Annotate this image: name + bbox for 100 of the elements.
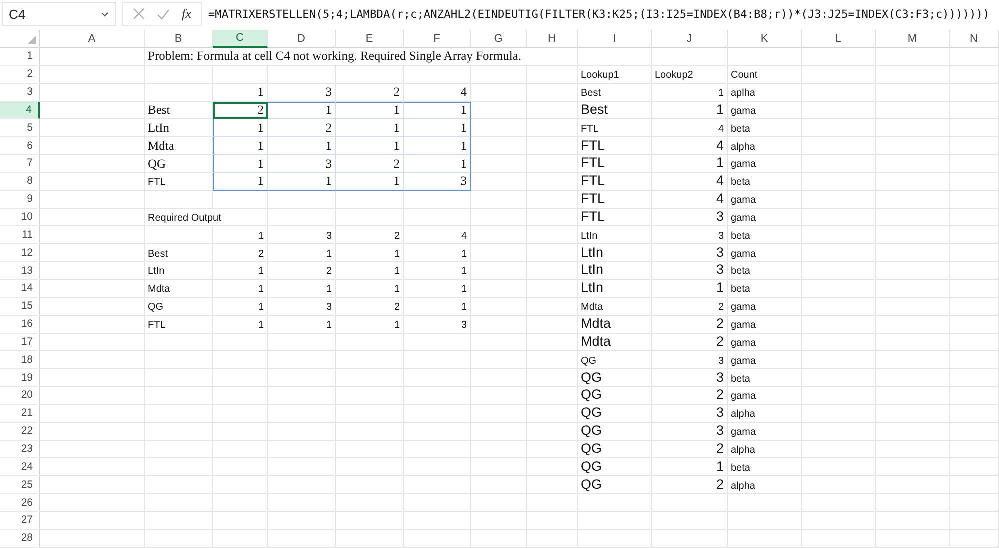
table-cell[interactable] <box>950 530 999 548</box>
row-header[interactable]: 9 <box>0 190 40 209</box>
table-cell[interactable] <box>802 334 876 352</box>
table-cell[interactable] <box>145 422 213 441</box>
row-header[interactable]: 1 <box>0 48 40 66</box>
table-cell[interactable] <box>802 155 876 173</box>
table-cell[interactable] <box>471 84 527 102</box>
table-cell[interactable] <box>802 262 876 280</box>
table-cell[interactable] <box>950 262 999 280</box>
table-cell[interactable] <box>336 458 404 476</box>
table-cell[interactable]: 4 <box>652 172 728 191</box>
table-cell[interactable] <box>802 530 876 548</box>
table-cell[interactable]: gama <box>728 316 802 334</box>
table-cell[interactable] <box>728 530 802 548</box>
table-cell[interactable]: beta <box>728 458 802 476</box>
table-cell[interactable] <box>876 316 950 334</box>
table-cell[interactable] <box>471 476 527 494</box>
table-cell[interactable]: FTL <box>578 137 652 156</box>
table-cell[interactable] <box>145 404 213 423</box>
table-cell[interactable]: gama <box>728 155 802 173</box>
table-cell[interactable] <box>802 102 876 120</box>
table-cell[interactable] <box>950 66 999 84</box>
table-cell[interactable] <box>404 208 471 226</box>
table-cell[interactable]: 2 <box>268 262 336 280</box>
table-cell[interactable] <box>268 530 336 548</box>
table-cell[interactable]: 1 <box>336 316 404 334</box>
table-cell[interactable]: 2 <box>652 476 728 494</box>
table-cell[interactable] <box>876 280 950 298</box>
table-cell[interactable] <box>527 84 578 102</box>
table-cell[interactable] <box>652 494 728 512</box>
row-header[interactable]: 13 <box>0 262 40 280</box>
table-cell[interactable]: 2 <box>652 334 728 352</box>
table-cell[interactable] <box>40 280 145 298</box>
row-header[interactable]: 15 <box>0 298 40 316</box>
table-cell[interactable] <box>876 66 950 84</box>
table-cell[interactable] <box>213 351 268 370</box>
table-cell[interactable] <box>950 334 999 352</box>
table-cell[interactable] <box>527 404 578 423</box>
table-cell[interactable]: aplha <box>728 84 802 102</box>
table-cell[interactable] <box>471 512 527 530</box>
insert-function-button[interactable]: fx <box>182 6 192 22</box>
table-cell[interactable] <box>527 66 578 84</box>
table-cell[interactable] <box>802 137 876 156</box>
table-cell[interactable]: 1 <box>404 298 471 316</box>
table-cell[interactable] <box>471 190 527 209</box>
table-cell[interactable] <box>40 298 145 316</box>
table-cell[interactable] <box>876 404 950 423</box>
row-header[interactable]: 16 <box>0 316 40 334</box>
table-cell[interactable]: 1 <box>268 137 336 156</box>
table-cell[interactable]: 2 <box>652 387 728 405</box>
column-header[interactable]: E <box>336 30 404 48</box>
table-cell[interactable]: 1 <box>652 84 728 102</box>
table-cell[interactable] <box>527 280 578 298</box>
table-cell[interactable]: gama <box>728 208 802 226</box>
table-cell[interactable] <box>40 512 145 530</box>
table-cell[interactable] <box>40 84 145 102</box>
table-cell[interactable] <box>40 102 145 120</box>
table-cell[interactable] <box>213 66 268 84</box>
table-cell[interactable]: 1 <box>268 102 336 120</box>
table-cell[interactable] <box>268 208 336 226</box>
table-cell[interactable]: 1 <box>336 119 404 138</box>
table-cell[interactable]: QG <box>145 298 213 316</box>
table-cell[interactable] <box>471 66 527 84</box>
table-cell[interactable]: FTL <box>578 119 652 138</box>
table-cell[interactable]: 3 <box>652 226 728 244</box>
table-cell[interactable] <box>471 102 527 120</box>
table-cell[interactable] <box>950 190 999 209</box>
table-cell[interactable] <box>145 66 213 84</box>
table-cell[interactable]: 4 <box>652 119 728 138</box>
table-cell[interactable]: FTL <box>578 172 652 191</box>
table-cell[interactable]: Best <box>145 244 213 262</box>
row-header[interactable]: 8 <box>0 172 40 191</box>
table-cell[interactable] <box>471 334 527 352</box>
table-cell[interactable]: 1 <box>404 119 471 138</box>
table-cell[interactable] <box>40 440 145 458</box>
table-cell[interactable]: beta <box>728 119 802 138</box>
table-cell[interactable]: alpha <box>728 404 802 423</box>
table-cell[interactable] <box>268 440 336 458</box>
table-cell[interactable] <box>950 84 999 102</box>
table-cell[interactable] <box>802 66 876 84</box>
table-cell[interactable] <box>336 440 404 458</box>
table-cell[interactable] <box>728 512 802 530</box>
table-cell[interactable] <box>652 512 728 530</box>
table-cell[interactable] <box>728 494 802 512</box>
table-cell[interactable] <box>950 369 999 388</box>
table-cell[interactable]: gama <box>728 298 802 316</box>
table-cell[interactable] <box>950 226 999 244</box>
table-cell[interactable]: Mdta <box>145 137 213 156</box>
table-cell[interactable] <box>268 512 336 530</box>
table-cell[interactable] <box>336 422 404 441</box>
row-header[interactable]: 7 <box>0 155 40 173</box>
table-cell[interactable] <box>876 137 950 156</box>
select-all-icon[interactable] <box>28 36 36 44</box>
table-cell[interactable]: LtIn <box>578 244 652 262</box>
table-cell[interactable]: beta <box>728 262 802 280</box>
table-cell[interactable] <box>950 351 999 370</box>
table-cell[interactable]: 1 <box>404 244 471 262</box>
table-cell[interactable] <box>404 422 471 441</box>
table-cell[interactable] <box>876 102 950 120</box>
table-cell[interactable]: FTL <box>145 172 213 191</box>
